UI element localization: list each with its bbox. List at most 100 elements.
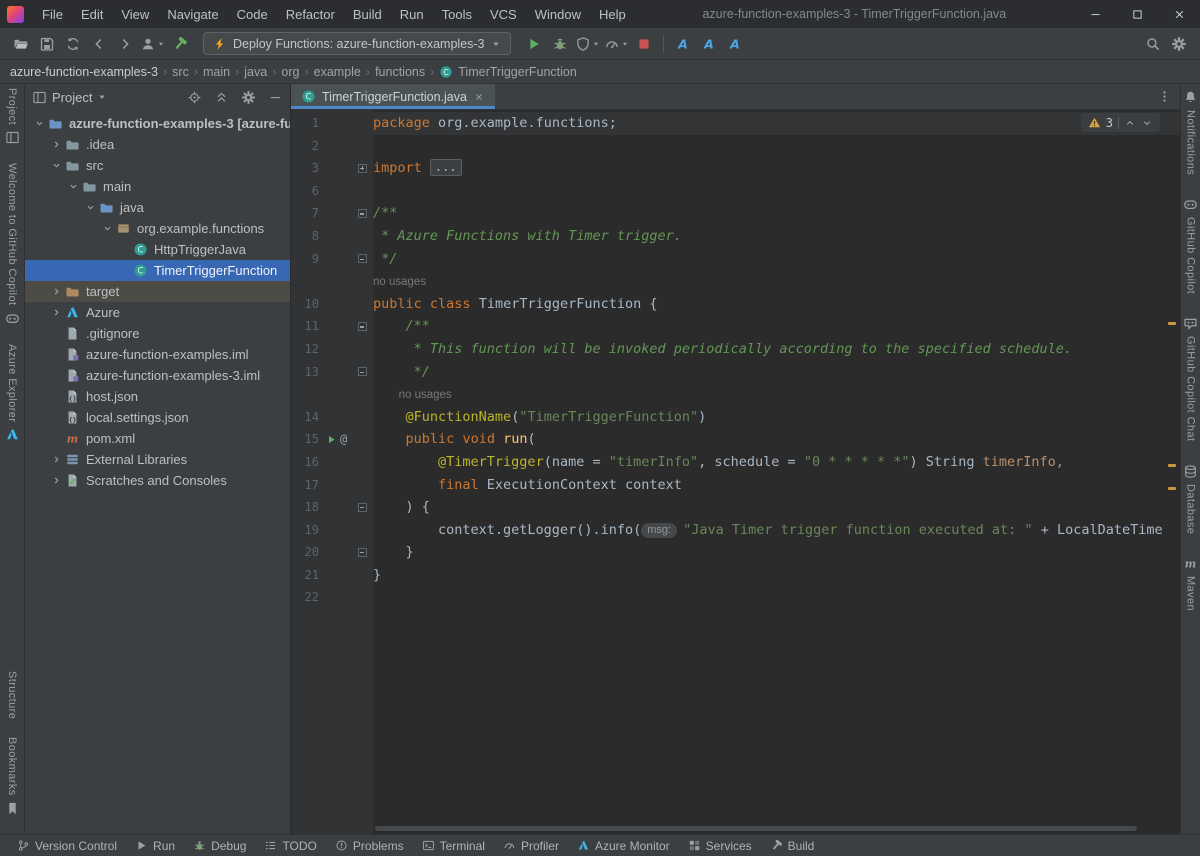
tool-window-button-bookmarks[interactable]: Bookmarks — [5, 737, 20, 816]
chevron-down-icon[interactable] — [97, 92, 107, 102]
tree-item-azure-function-examples-iml[interactable]: azure-function-examples.iml — [25, 344, 290, 365]
next-problem-icon[interactable] — [1141, 117, 1153, 129]
code-text[interactable] — [373, 135, 1180, 158]
code-text[interactable] — [373, 180, 1180, 203]
chevron-collapsed-icon[interactable] — [48, 475, 64, 486]
tree-item-azure-function-examples-3-iml[interactable]: azure-function-examples-3.iml — [25, 365, 290, 386]
select-opened-file-icon[interactable] — [187, 90, 202, 105]
tree-item-org-example-functions[interactable]: org.example.functions — [25, 218, 290, 239]
usages-hint[interactable]: no usages — [399, 389, 452, 401]
forward-button[interactable] — [112, 31, 138, 57]
save-all-button[interactable] — [34, 31, 60, 57]
breadcrumb-item-org[interactable]: org — [281, 65, 299, 79]
code-text[interactable]: ) { — [373, 496, 1180, 519]
fold-collapse-icon[interactable] — [358, 548, 367, 557]
menu-navigate[interactable]: Navigate — [158, 0, 227, 28]
azure-tool-button[interactable]: A — [670, 31, 696, 57]
breadcrumb-item-src[interactable]: src — [172, 65, 189, 79]
menu-tools[interactable]: Tools — [433, 0, 481, 28]
tree-item-host-json[interactable]: {}host.json — [25, 386, 290, 407]
statusbar-terminal[interactable]: Terminal — [413, 835, 494, 856]
fold-collapse-icon[interactable] — [358, 503, 367, 512]
fold-collapse-icon[interactable] — [358, 367, 367, 376]
tool-window-button-database[interactable]: Database — [1183, 464, 1198, 534]
statusbar-todo[interactable]: TODO — [255, 835, 325, 856]
tree-item-external-libraries[interactable]: External Libraries — [25, 449, 290, 470]
fold-expand-icon[interactable] — [358, 164, 367, 173]
tree-item-azure[interactable]: Azure — [25, 302, 290, 323]
tree-item-local-settings-json[interactable]: {}local.settings.json — [25, 407, 290, 428]
menu-file[interactable]: File — [33, 0, 72, 28]
menu-vcs[interactable]: VCS — [481, 0, 526, 28]
menu-refactor[interactable]: Refactor — [277, 0, 344, 28]
statusbar-build[interactable]: Build — [761, 835, 824, 856]
breadcrumb-item-functions[interactable]: functions — [375, 65, 425, 79]
tree-item-idea[interactable]: .idea — [25, 134, 290, 155]
coverage-button[interactable] — [573, 31, 602, 57]
tab-timertriggerfunction-java[interactable]: C TimerTriggerFunction.java — [291, 84, 495, 109]
chevron-expanded-icon[interactable] — [65, 181, 81, 192]
code-text[interactable]: package org.example.functions; — [373, 112, 1180, 135]
search-button[interactable] — [1140, 31, 1166, 57]
breadcrumb-item-example[interactable]: example — [314, 65, 361, 79]
settings-button[interactable] — [1166, 31, 1192, 57]
fold-collapse-icon[interactable] — [358, 322, 367, 331]
run-config-combo[interactable]: Deploy Functions: azure-function-example… — [203, 32, 511, 55]
tree-item-src[interactable]: src — [25, 155, 290, 176]
warning-stripe-mark[interactable] — [1168, 322, 1176, 325]
chevron-collapsed-icon[interactable] — [48, 286, 64, 297]
tree-item-gitignore[interactable]: .gitignore — [25, 323, 290, 344]
code-text[interactable]: * Azure Functions with Timer trigger. — [373, 225, 1180, 248]
debug-button[interactable] — [547, 31, 573, 57]
menu-code[interactable]: Code — [228, 0, 277, 28]
code-text[interactable]: } — [373, 564, 1180, 587]
tool-window-button-github-copilot-chat[interactable]: GitHub Copilot Chat — [1183, 316, 1198, 441]
statusbar-run[interactable]: Run — [126, 835, 184, 856]
tree-item-httptriggerjava[interactable]: CHttpTriggerJava — [25, 239, 290, 260]
tool-window-button-project[interactable]: Project — [5, 88, 20, 145]
stop-button[interactable] — [631, 31, 657, 57]
code-text[interactable]: /** — [373, 315, 1180, 338]
warning-stripe-mark[interactable] — [1168, 487, 1176, 490]
menu-window[interactable]: Window — [526, 0, 590, 28]
chevron-collapsed-icon[interactable] — [48, 454, 64, 465]
statusbar-profiler[interactable]: Profiler — [494, 835, 568, 856]
code-text[interactable]: @TimerTrigger(name = "timerInfo", schedu… — [373, 451, 1180, 474]
tool-window-button-azure-explorer[interactable]: Azure Explorer — [5, 344, 20, 442]
menu-run[interactable]: Run — [391, 0, 433, 28]
tree-item-target[interactable]: target — [25, 281, 290, 302]
azure-tool-button[interactable]: A — [696, 31, 722, 57]
statusbar-azure-monitor[interactable]: Azure Monitor — [568, 835, 679, 856]
back-button[interactable] — [86, 31, 112, 57]
tool-window-button-github-copilot[interactable]: GitHub Copilot — [1183, 197, 1198, 294]
tree-item-java[interactable]: java — [25, 197, 290, 218]
tree-item-scratches-and-consoles[interactable]: Scratches and Consoles — [25, 470, 290, 491]
breadcrumb-item-java[interactable]: java — [244, 65, 267, 79]
panel-settings-gear-icon[interactable] — [241, 90, 256, 105]
tree-item-timertriggerfunction[interactable]: CTimerTriggerFunction — [25, 260, 290, 281]
tab-options-kebab-icon[interactable] — [1157, 89, 1172, 104]
menu-edit[interactable]: Edit — [72, 0, 112, 28]
chevron-expanded-icon[interactable] — [82, 202, 98, 213]
run-method-icon[interactable] — [326, 434, 337, 445]
profile-button[interactable] — [138, 31, 167, 57]
tool-window-button-structure[interactable]: Structure — [6, 671, 18, 719]
tool-window-button-notifications[interactable]: Notifications — [1183, 90, 1198, 175]
azure-tool-button[interactable]: A — [722, 31, 748, 57]
build-hammer-button[interactable] — [167, 31, 193, 57]
code-text[interactable]: public class TimerTriggerFunction { — [373, 293, 1180, 316]
code-text[interactable]: * This function will be invoked periodic… — [373, 338, 1180, 361]
tree-item-main[interactable]: main — [25, 176, 290, 197]
menu-view[interactable]: View — [112, 0, 158, 28]
chevron-expanded-icon[interactable] — [99, 223, 115, 234]
fold-collapse-icon[interactable] — [358, 209, 367, 218]
statusbar-debug[interactable]: Debug — [184, 835, 255, 856]
breadcrumb-item-main[interactable]: main — [203, 65, 230, 79]
code-text[interactable]: */ — [373, 361, 1180, 384]
profiler-button[interactable] — [602, 31, 631, 57]
warning-stripe-mark[interactable] — [1168, 464, 1176, 467]
horizontal-scrollbar[interactable] — [375, 826, 1137, 831]
statusbar-problems[interactable]: Problems — [326, 835, 413, 856]
code-editor[interactable]: 1package org.example.functions;23import … — [291, 110, 1180, 834]
chevron-expanded-icon[interactable] — [31, 118, 47, 129]
